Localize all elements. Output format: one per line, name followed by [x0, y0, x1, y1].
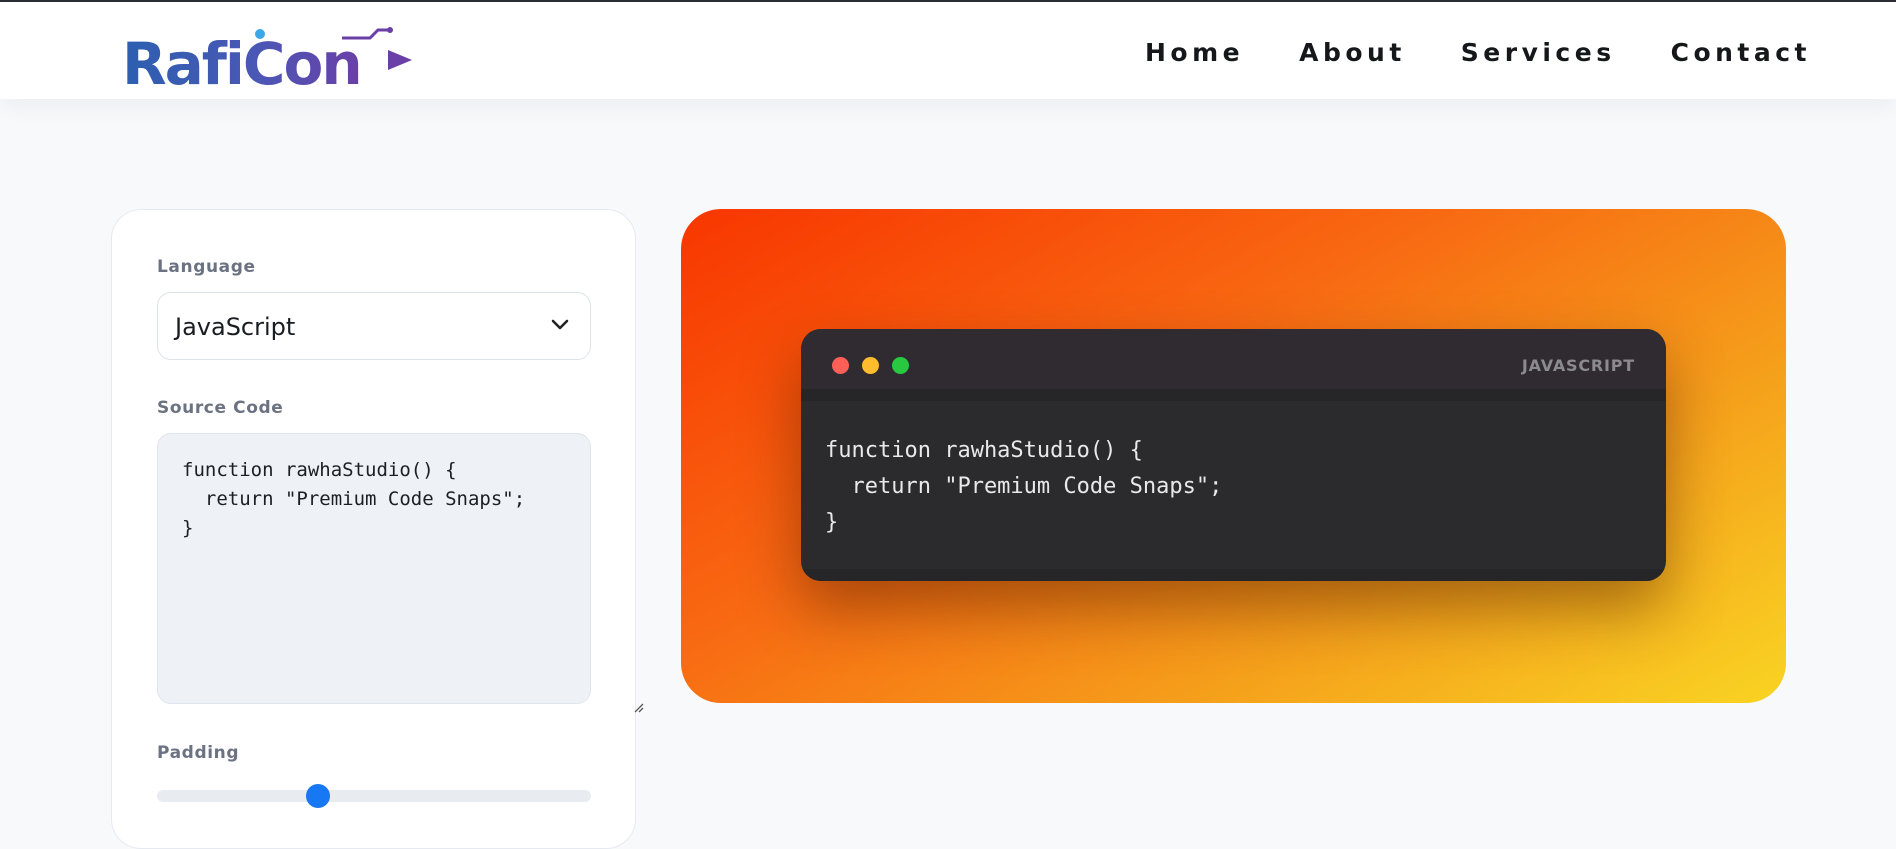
language-badge: JAVASCRIPT — [1521, 356, 1635, 375]
close-dot-icon — [832, 357, 849, 374]
chevron-down-icon — [551, 319, 569, 330]
source-code-textarea[interactable]: function rawhaStudio() { return "Premium… — [157, 433, 591, 704]
padding-slider-thumb[interactable] — [305, 784, 330, 808]
raficon-logo[interactable]: RafiCon — [120, 26, 420, 90]
code-preview-canvas: JAVASCRIPT function rawhaStudio() { retu… — [681, 209, 1786, 703]
language-select[interactable]: JavaScript — [157, 292, 591, 360]
code-window: JAVASCRIPT function rawhaStudio() { retu… — [801, 329, 1666, 581]
padding-label: Padding — [157, 743, 240, 763]
nav-home[interactable]: Home — [1145, 38, 1244, 67]
padding-slider[interactable] — [157, 784, 591, 808]
nav-about[interactable]: About — [1299, 38, 1406, 67]
rendered-code: function rawhaStudio() { return "Premium… — [825, 438, 1223, 535]
language-label: Language — [157, 257, 256, 277]
window-footer — [801, 569, 1666, 581]
svg-text:RafiCon: RafiCon — [122, 30, 361, 90]
settings-panel: Language JavaScript Source Code function… — [111, 209, 644, 849]
source-code-label: Source Code — [157, 398, 284, 418]
main-nav: Home About Services Contact — [1145, 38, 1811, 67]
window-titlebar: JAVASCRIPT — [801, 329, 1666, 401]
nav-services[interactable]: Services — [1461, 38, 1616, 67]
language-select-value: JavaScript — [175, 313, 296, 341]
site-header: RafiCon Home About Services Contact — [0, 2, 1896, 99]
resize-grip-icon[interactable] — [632, 701, 644, 713]
maximize-dot-icon — [892, 357, 909, 374]
nav-contact[interactable]: Contact — [1671, 38, 1811, 67]
minimize-dot-icon — [862, 357, 879, 374]
